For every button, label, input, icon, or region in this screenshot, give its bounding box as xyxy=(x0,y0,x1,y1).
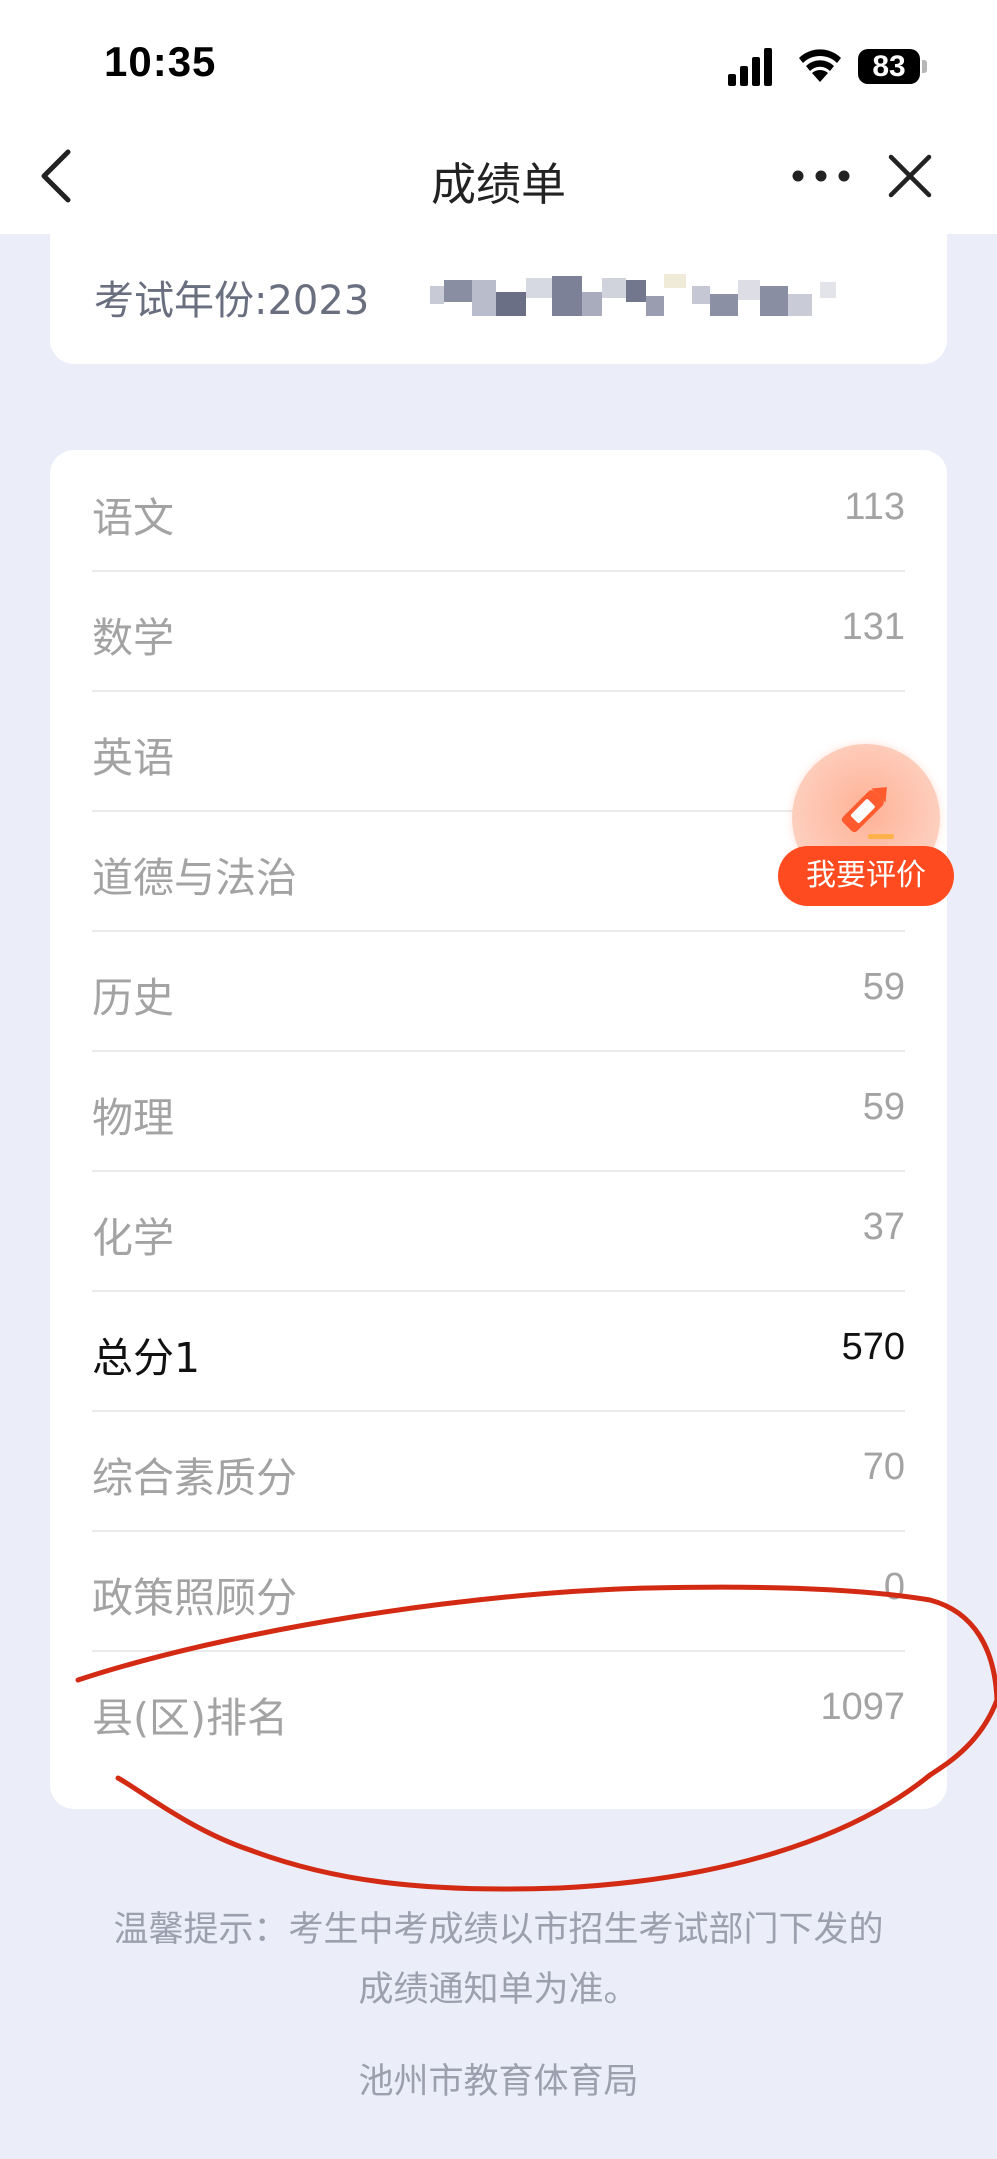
nav-bar: 成绩单 xyxy=(0,118,997,234)
score-subject: 政策照顾分 xyxy=(92,1574,297,1622)
score-card: 语文 113 数学 131 英语 道德与法治 历史 59 物理 59 化学 37… xyxy=(50,450,947,1809)
more-icon[interactable] xyxy=(790,158,852,194)
score-subject: 历史 xyxy=(92,974,174,1022)
score-subject: 数学 xyxy=(92,614,174,662)
score-subject: 语文 xyxy=(92,494,174,542)
score-row-chinese: 语文 113 xyxy=(92,450,905,572)
score-row-total: 总分1 570 xyxy=(92,1290,905,1412)
score-value: 0 xyxy=(883,1566,905,1608)
tip-line-1: 温馨提示：考生中考成绩以市招生考试部门下发的 xyxy=(113,1910,884,1950)
score-value: 70 xyxy=(862,1446,905,1488)
exam-info-card: 考试年份:2023 xyxy=(50,234,947,364)
review-button-label[interactable]: 我要评价 xyxy=(778,846,954,906)
score-row-math: 数学 131 xyxy=(92,570,905,692)
score-value: 59 xyxy=(862,1086,905,1128)
tip-line-2: 成绩通知单为准。 xyxy=(358,1970,639,2010)
battery-icon: 83 xyxy=(858,49,927,84)
score-value: 113 xyxy=(844,486,905,528)
score-value: 37 xyxy=(862,1206,905,1248)
battery-tip xyxy=(922,60,927,73)
tip-text: 温馨提示：考生中考成绩以市招生考试部门下发的 成绩通知单为准。 xyxy=(80,1900,917,2020)
score-row-quality: 综合素质分 70 xyxy=(92,1410,905,1532)
score-subject: 县(区)排名 xyxy=(92,1694,288,1742)
signal-icon xyxy=(728,48,772,86)
score-row-policy-bonus: 政策照顾分 0 xyxy=(92,1530,905,1652)
score-subject: 综合素质分 xyxy=(92,1454,297,1502)
score-value: 570 xyxy=(841,1326,905,1368)
wifi-icon xyxy=(799,49,841,82)
score-subject: 道德与法治 xyxy=(92,854,297,902)
score-row-history: 历史 59 xyxy=(92,930,905,1052)
score-row-county-rank: 县(区)排名 1097 xyxy=(92,1650,905,1770)
pencil-icon xyxy=(841,787,894,839)
score-subject: 物理 xyxy=(92,1094,174,1142)
battery-level: 83 xyxy=(858,49,920,84)
redacted-name-mosaic xyxy=(430,274,836,316)
score-subject: 英语 xyxy=(92,734,174,782)
status-time: 10:35 xyxy=(104,38,217,85)
review-floating-button[interactable]: 我要评价 xyxy=(778,744,954,909)
score-value: 131 xyxy=(841,606,905,648)
score-subject: 化学 xyxy=(92,1214,174,1262)
score-value: 59 xyxy=(862,966,905,1008)
exam-year-label: 考试年份:2023 xyxy=(94,278,370,324)
score-value: 1097 xyxy=(820,1686,905,1728)
footer-organization: 池州市教育体育局 xyxy=(358,2062,639,2102)
score-row-physics: 物理 59 xyxy=(92,1050,905,1172)
status-bar: 10:35 83 xyxy=(0,0,997,118)
close-icon[interactable] xyxy=(886,152,934,200)
score-subject: 总分1 xyxy=(92,1334,201,1382)
score-row-chemistry: 化学 37 xyxy=(92,1170,905,1292)
